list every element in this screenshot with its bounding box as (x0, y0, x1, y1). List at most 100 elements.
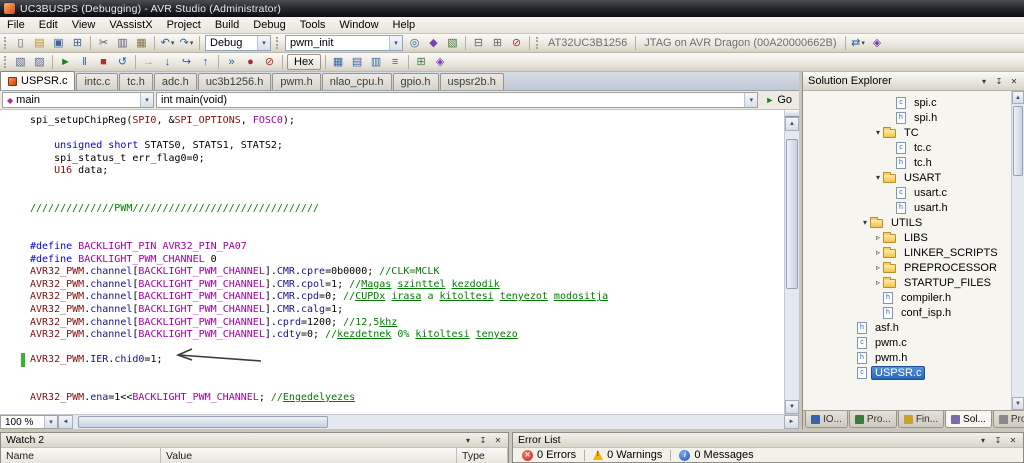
scope-combo[interactable]: ◆ main ▾ (2, 92, 154, 108)
goto-definition-button[interactable]: ◆ (424, 35, 443, 52)
watch-column-value[interactable]: Value (161, 448, 457, 463)
panel-tab-sol[interactable]: Sol... (945, 411, 992, 428)
expand-icon[interactable]: ▹ (873, 233, 883, 242)
scrollbar-track[interactable] (73, 415, 784, 429)
pin-icon[interactable]: ↧ (992, 75, 1006, 88)
scroll-right-button[interactable]: ► (784, 415, 799, 429)
tree-item-compiler-h[interactable]: h compiler.h (803, 290, 1011, 305)
tab-tc-h[interactable]: tc.h (119, 73, 153, 90)
pin-icon[interactable]: ↧ (991, 434, 1005, 447)
go-button[interactable]: ► Go (760, 92, 797, 108)
new-file-button[interactable]: ▯ (11, 35, 30, 52)
watch-column-type[interactable]: Type (457, 448, 508, 463)
menu-edit[interactable]: Edit (32, 17, 65, 33)
continue-button[interactable]: ► (56, 54, 75, 71)
panel-tab-io[interactable]: IO... (805, 411, 848, 428)
tree-item-libs[interactable]: ▹ LIBS (803, 230, 1011, 245)
save-button[interactable]: ▣ (49, 35, 68, 52)
menu-project[interactable]: Project (160, 17, 208, 33)
clear-breakpoints-button[interactable]: ⊘ (260, 54, 279, 71)
messages-filter-button[interactable]: i 0 Messages (674, 449, 758, 462)
panel-tab-pro[interactable]: Pro (992, 411, 1024, 428)
step-over-button[interactable]: ↪ (177, 54, 196, 71)
tab-gpio-h[interactable]: gpio.h (392, 73, 439, 90)
memory-window-button[interactable]: ▤ (348, 54, 367, 71)
scroll-up-button[interactable]: ▲ (1012, 91, 1024, 104)
configuration-combo[interactable]: Debug ▾ (205, 35, 271, 51)
scroll-down-button[interactable]: ▼ (785, 400, 799, 414)
cancel-build-button[interactable]: ⊘ (507, 35, 526, 52)
tree-item-spi-c[interactable]: c spi.c (803, 95, 1011, 110)
tree-item-utils[interactable]: ▾ UTILS (803, 215, 1011, 230)
scrollbar-thumb[interactable] (1013, 106, 1023, 176)
processor-view-button[interactable]: ◈ (431, 54, 450, 71)
tree-item-usart[interactable]: ▾ USART (803, 170, 1011, 185)
tree-item-pwm-c[interactable]: c pwm.c (803, 335, 1011, 350)
bookmark-button[interactable]: ▧ (11, 54, 30, 71)
find-references-button[interactable]: ▧ (443, 35, 462, 52)
toggle-breakpoint-button[interactable]: ● (241, 54, 260, 71)
tree-item-asf-h[interactable]: h asf.h (803, 320, 1011, 335)
register-window-button[interactable]: ▥ (367, 54, 386, 71)
menu-debug[interactable]: Debug (246, 17, 292, 33)
menu-tools[interactable]: Tools (293, 17, 333, 33)
chevron-down-icon[interactable]: ▾ (257, 36, 270, 50)
scrollbar-thumb[interactable] (786, 139, 798, 289)
break-all-button[interactable]: ‖ (75, 54, 94, 71)
panel-tab-fin[interactable]: Fin... (897, 411, 945, 428)
save-all-button[interactable]: ⊞ (68, 35, 87, 52)
member-combo[interactable]: int main(void) ▾ (156, 92, 759, 108)
scroll-up-button[interactable]: ▲ (785, 117, 799, 131)
window-menu-icon[interactable]: ▾ (461, 434, 475, 447)
chevron-down-icon[interactable]: ▾ (744, 93, 758, 107)
step-into-button[interactable]: ↓ (158, 54, 177, 71)
menu-window[interactable]: Window (332, 17, 385, 33)
window-menu-icon[interactable]: ▾ (976, 434, 990, 447)
tab-pwm-h[interactable]: pwm.h (272, 73, 321, 90)
tree-item-preprocessor[interactable]: ▹ PREPROCESSOR (803, 260, 1011, 275)
scrollbar-thumb[interactable] (78, 416, 328, 428)
menu-file[interactable]: File (0, 17, 32, 33)
tree-item-pwm-h[interactable]: h pwm.h (803, 350, 1011, 365)
show-next-statement-button[interactable]: → (139, 54, 158, 71)
vertical-scrollbar[interactable]: ▲ ▼ (784, 110, 799, 414)
tab-uspsr-c[interactable]: USPSR.c (0, 71, 76, 90)
collapse-icon[interactable]: ▾ (860, 218, 870, 227)
horizontal-scrollbar[interactable]: 100 % ▾ ◄ ► (0, 414, 799, 429)
rebuild-button[interactable]: ⊞ (488, 35, 507, 52)
watch-column-name[interactable]: Name (1, 448, 161, 463)
expand-icon[interactable]: ▹ (873, 248, 883, 257)
tab-uspsr2b-h[interactable]: uspsr2b.h (439, 73, 504, 90)
chevron-down-icon[interactable]: ▾ (140, 93, 153, 107)
scroll-left-button[interactable]: ◄ (58, 415, 73, 429)
close-icon[interactable]: ✕ (491, 434, 505, 447)
close-icon[interactable]: ✕ (1007, 75, 1021, 88)
tree-item-tc-c[interactable]: c tc.c (803, 140, 1011, 155)
cut-button[interactable]: ✂ (94, 35, 113, 52)
connect-button[interactable]: ⇄ ▾ (849, 35, 868, 52)
open-file-button[interactable]: ▤ (30, 35, 49, 52)
chevron-down-icon[interactable]: ▾ (389, 36, 402, 50)
paste-button[interactable]: ▦ (132, 35, 151, 52)
undo-button[interactable]: ↶ ▾ (158, 35, 177, 52)
device-programming-button[interactable]: ◈ (868, 35, 887, 52)
collapse-icon[interactable]: ▾ (873, 173, 883, 182)
tree-item-uspsr-c[interactable]: c USPSR.c (803, 365, 1011, 380)
tree-scrollbar[interactable]: ▲ ▼ (1011, 91, 1024, 410)
menu-view[interactable]: View (65, 17, 103, 33)
menu-vassistx[interactable]: VAssistX (102, 17, 159, 33)
tab-nlao-cpu-h[interactable]: nlao_cpu.h (321, 73, 392, 90)
find-symbol-button[interactable]: ◎ (405, 35, 424, 52)
tab-intc-c[interactable]: intc.c (76, 73, 119, 90)
comment-button[interactable]: ▨ (30, 54, 49, 71)
tree-item-startup-files[interactable]: ▹ STARTUP_FILES (803, 275, 1011, 290)
run-to-cursor-button[interactable]: » (222, 54, 241, 71)
tree-item-linker-scripts[interactable]: ▹ LINKER_SCRIPTS (803, 245, 1011, 260)
pin-icon[interactable]: ↧ (476, 434, 490, 447)
collapse-icon[interactable]: ▾ (873, 128, 883, 137)
expand-icon[interactable]: ▹ (873, 263, 883, 272)
split-handle[interactable] (785, 110, 799, 117)
tree-item-usart-h[interactable]: h usart.h (803, 200, 1011, 215)
expand-icon[interactable]: ▹ (873, 278, 883, 287)
scroll-down-button[interactable]: ▼ (1012, 397, 1024, 410)
